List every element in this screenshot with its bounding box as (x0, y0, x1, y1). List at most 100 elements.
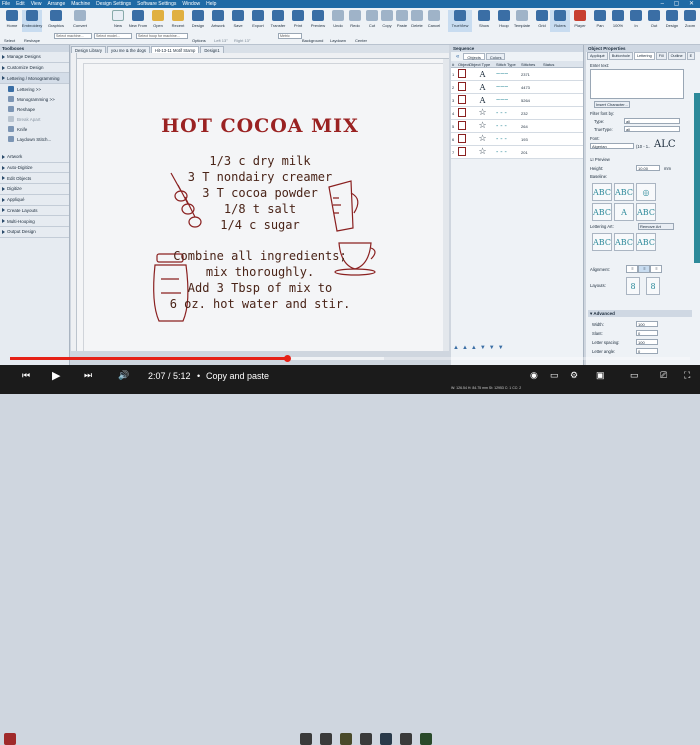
letter-angle-field[interactable]: 0 (636, 348, 658, 354)
table-row[interactable]: 3 A ~~~ 5264 (451, 94, 583, 107)
height-field[interactable]: 10.00 (636, 165, 660, 171)
hoop-button[interactable]: Hoop (494, 10, 514, 32)
previous-icon[interactable]: ⏮ (22, 370, 30, 381)
new-from-button[interactable]: New From (128, 10, 148, 32)
table-row[interactable]: 7 ☆ - - - 201 (451, 146, 583, 159)
section-digitize[interactable]: Digitize (0, 184, 69, 195)
menu-help[interactable]: Help (206, 1, 216, 7)
reshape-tool[interactable]: Reshape (24, 38, 40, 43)
advanced-section[interactable]: ▾ Advanced (588, 310, 692, 317)
laydown-stitch-tool[interactable]: Laydown Stitch... (0, 134, 69, 144)
tab-you-me-dogs[interactable]: you me & the dogs (107, 46, 150, 53)
remove-art-button[interactable]: Remove Art (638, 223, 674, 230)
align-left-icon[interactable]: ≡ (626, 265, 638, 273)
enter-text-field[interactable] (590, 69, 684, 99)
taskbar-app-icon[interactable] (4, 733, 16, 745)
transfer-button[interactable]: Transfer (268, 10, 288, 32)
menu-software-settings[interactable]: Software Settings (137, 1, 176, 7)
taskbar-app-icon[interactable] (340, 733, 352, 745)
artwork-button[interactable]: Artwork (208, 10, 228, 32)
left-rotate-button[interactable]: Left 13° (214, 38, 228, 43)
captions-icon[interactable]: ▭ (550, 370, 559, 381)
align-center-icon[interactable]: ≡ (638, 265, 650, 273)
pan-button[interactable]: Pan (590, 10, 610, 32)
tab-colors[interactable]: Colors (485, 53, 506, 60)
section-multi-hooping[interactable]: Multi-Hooping (0, 216, 69, 227)
art-envelope-2[interactable]: ABC (614, 233, 634, 251)
right-rotate-button[interactable]: Right 13° (234, 38, 251, 43)
collapse-icon[interactable]: « (453, 53, 462, 60)
menu-edit[interactable]: Edit (16, 1, 25, 7)
baseline-circle[interactable]: ◎ (636, 183, 656, 201)
graphics-button[interactable]: Graphics (46, 10, 66, 32)
menu-arrange[interactable]: Arrange (47, 1, 65, 7)
model-select[interactable]: Select model... (94, 33, 132, 39)
table-row[interactable]: 4 ☆ - - - 232 (451, 107, 583, 120)
baseline-wave[interactable]: ABC (636, 203, 656, 221)
design-canvas[interactable]: HOT COCOA MIX 1/3 c dry milk 3 T nondair… (71, 53, 449, 351)
baseline-arc[interactable]: ABC (614, 183, 634, 201)
lettering-tool[interactable]: Lettering >> (0, 84, 69, 94)
zoom-out-button[interactable]: Out (644, 10, 664, 32)
font-select[interactable]: Algerian (590, 143, 634, 149)
section-auto-digitize[interactable]: Auto-Digitize (0, 163, 69, 174)
design-button[interactable]: Design (188, 10, 208, 32)
art-envelope-3[interactable]: ABC (636, 233, 656, 251)
taskbar-app-icon[interactable] (380, 733, 392, 745)
menu-view[interactable]: View (31, 1, 42, 7)
monogramming-tool[interactable]: Monogramming >> (0, 94, 69, 104)
fullscreen-icon[interactable]: ⛶ (684, 370, 690, 381)
trueview-button[interactable]: TrueView (448, 10, 472, 32)
section-manage-designs[interactable]: Manage Designs (0, 52, 69, 63)
tab-outline[interactable]: Outline (667, 52, 686, 60)
menu-design-settings[interactable]: Design Settings (96, 1, 131, 7)
toggle-icon[interactable]: ◉ (530, 370, 538, 381)
slant-field[interactable]: 0 (636, 330, 658, 336)
laydown-button[interactable]: Laydown (330, 38, 346, 43)
section-edit-objects[interactable]: Edit Objects (0, 173, 69, 185)
rulers-button[interactable]: Rulers (550, 10, 570, 32)
tab-e[interactable]: E (686, 52, 696, 60)
tab-fill[interactable]: Fill (655, 52, 667, 60)
tab-design1[interactable]: Design1 (200, 46, 224, 53)
player-button[interactable]: Player (570, 10, 590, 32)
print-button[interactable]: Print (288, 10, 308, 32)
tab-objects[interactable]: Objects (463, 53, 485, 60)
table-row[interactable]: 6 ☆ - - - 193 (451, 133, 583, 146)
recent-button[interactable]: Recent (168, 10, 188, 32)
table-row[interactable]: 5 ☆ - - - 264 (451, 120, 583, 133)
baseline-straight[interactable]: ABC (592, 183, 612, 201)
video-scrubber-handle[interactable] (283, 355, 291, 362)
preview-checkbox[interactable]: ☑ Preview (590, 157, 610, 162)
miniplayer-icon[interactable]: ▣ (596, 370, 605, 381)
video-chapter[interactable]: Copy and paste (206, 371, 269, 381)
table-row[interactable]: 2 A ~~~ 4473 (451, 81, 583, 94)
truetype-select[interactable]: all (624, 126, 680, 132)
type-select[interactable]: all (624, 118, 680, 124)
cast-icon[interactable]: ⎚ (660, 370, 667, 381)
options-button[interactable]: Options (192, 38, 206, 43)
side-dock-strip[interactable] (694, 93, 700, 263)
tab-applique[interactable]: Appliqué (587, 52, 608, 60)
metric-select[interactable]: Metric (278, 33, 302, 39)
background-button[interactable]: Background (302, 38, 323, 43)
save-button[interactable]: Save (228, 10, 248, 32)
new-button[interactable]: New (108, 10, 128, 32)
knife-tool[interactable]: Knife (0, 124, 69, 134)
preview-button[interactable]: Preview (308, 10, 328, 32)
table-row[interactable]: 1 A ~~~ 2371 (451, 68, 583, 81)
zoom-button[interactable]: Zoom (680, 10, 700, 32)
theater-icon[interactable]: ▭ (630, 370, 639, 381)
home-button[interactable]: Home (2, 10, 22, 32)
select-tool[interactable]: Select (4, 38, 15, 43)
taskbar-app-icon[interactable] (420, 733, 432, 745)
layout-option-1[interactable]: 8 (626, 277, 640, 295)
tab-design-library[interactable]: Design Library (71, 46, 106, 53)
letter-spacing-field[interactable]: 100 (636, 339, 658, 345)
zoom-design-button[interactable]: Design (662, 10, 682, 32)
taskbar-app-icon[interactable] (320, 733, 332, 745)
zoom-100-button[interactable]: 100% (608, 10, 628, 32)
canvas-scrollbar[interactable] (443, 59, 449, 351)
baseline-vertical[interactable]: ABC (592, 203, 612, 221)
zoom-in-button[interactable]: In (626, 10, 646, 32)
